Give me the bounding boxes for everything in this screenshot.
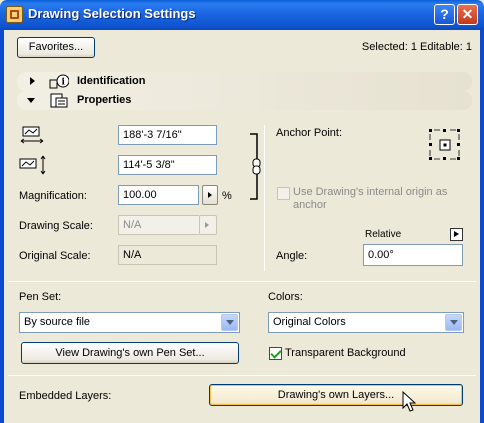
drawing-layers-button[interactable]: Drawing's own Layers... [209, 384, 463, 406]
magnification-label: Magnification: [19, 190, 87, 202]
play-arrow-icon [454, 231, 459, 237]
expand-arrow-icon[interactable] [30, 77, 35, 85]
drawing-scale-label: Drawing Scale: [19, 220, 93, 232]
pen-set-select[interactable]: By source file [19, 312, 240, 333]
panel-header-properties[interactable]: Properties [17, 91, 472, 110]
close-button[interactable]: ✕ [457, 4, 478, 25]
transparent-background-checkbox[interactable] [269, 347, 282, 360]
angle-label: Angle: [276, 250, 308, 262]
title-bar: Drawing Selection Settings ? ✕ [0, 0, 484, 30]
chevron-down-icon[interactable] [221, 314, 238, 331]
svg-text:i: i [62, 78, 66, 88]
original-scale-label: Original Scale: [19, 250, 91, 262]
magnification-field[interactable]: 100.00 [118, 185, 199, 205]
internal-origin-label: Use Drawing's internal origin as anchor [293, 186, 448, 211]
colors-label: Colors: [268, 291, 303, 303]
angle-field[interactable]: 0.00° [363, 244, 463, 266]
magnification-preset-button[interactable] [202, 185, 218, 205]
relative-angle-button[interactable] [450, 228, 463, 241]
drawing-scale-button [199, 215, 217, 235]
drawing-scale-field: N/A [118, 215, 199, 235]
panel-label-properties: Properties [77, 94, 132, 106]
favorites-button[interactable]: Favorites... [17, 37, 95, 58]
anchor-point-label: Anchor Point: [276, 127, 343, 139]
play-arrow-icon [205, 222, 209, 228]
pen-set-value: By source file [24, 316, 91, 328]
magnification-unit: % [222, 190, 232, 202]
properties-icon [50, 93, 68, 108]
chain-link-icon[interactable] [248, 133, 262, 201]
collapse-arrow-icon[interactable] [27, 98, 35, 103]
original-scale-value: N/A [118, 245, 217, 265]
help-button[interactable]: ? [434, 4, 455, 25]
anchor-grid-icon[interactable] [428, 128, 462, 162]
colors-select[interactable]: Original Colors [268, 312, 464, 333]
column-divider [264, 125, 265, 271]
section-divider [8, 281, 476, 282]
colors-value: Original Colors [273, 316, 346, 328]
relative-label: Relative [365, 229, 402, 240]
pen-set-label: Pen Set: [19, 291, 62, 303]
app-icon [6, 6, 23, 23]
height-field[interactable]: 114'-5 3/8" [118, 155, 217, 175]
section-divider [8, 375, 476, 376]
width-field[interactable]: 188'-3 7/16" [118, 125, 217, 145]
height-icon [19, 155, 46, 175]
window-frame-left [0, 30, 4, 423]
chevron-down-icon[interactable] [445, 314, 462, 331]
panel-header-identification[interactable]: i Identification [17, 72, 472, 91]
embedded-layers-label: Embedded Layers: [19, 390, 112, 402]
width-icon [20, 126, 44, 144]
play-arrow-icon [208, 192, 212, 198]
transparent-background-label: Transparent Background [285, 347, 406, 359]
internal-origin-checkbox[interactable] [277, 187, 290, 200]
selection-info: Selected: 1 Editable: 1 [361, 41, 472, 53]
window-title: Drawing Selection Settings [28, 6, 196, 21]
mouse-cursor-icon [402, 391, 417, 412]
panel-label-identification: Identification [77, 75, 146, 87]
window-frame-right [480, 30, 484, 423]
info-icon: i [49, 74, 69, 89]
view-pen-set-button[interactable]: View Drawing's own Pen Set... [21, 342, 239, 364]
